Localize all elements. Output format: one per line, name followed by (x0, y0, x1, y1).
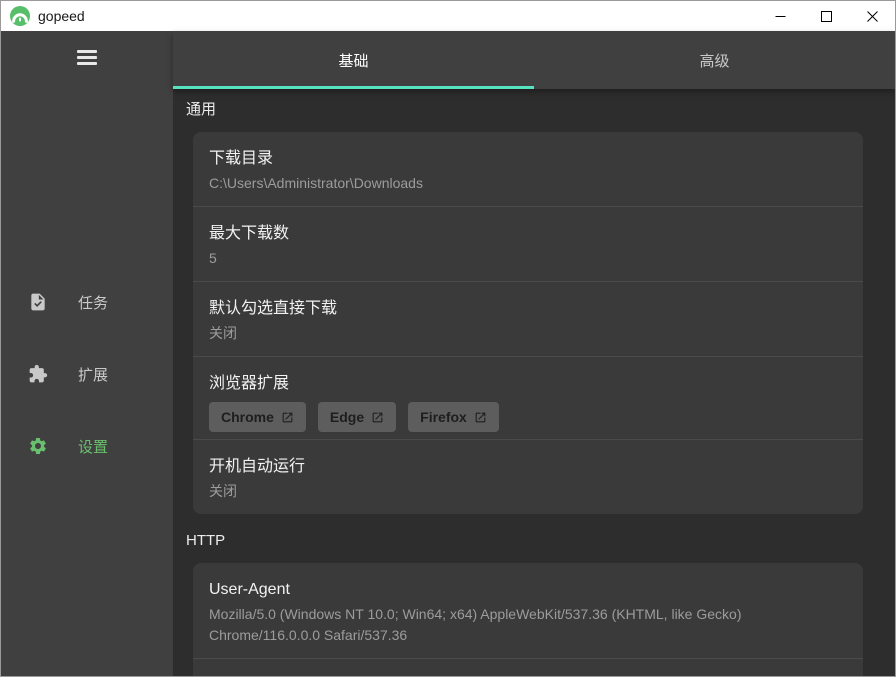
window-controls (757, 1, 895, 31)
settings-card: User-Agent Mozilla/5.0 (Windows NT 10.0; … (193, 563, 863, 676)
open-in-new-icon (281, 411, 294, 424)
setting-value: 5 (209, 248, 847, 269)
sidebar-item-label: 任务 (78, 292, 108, 313)
extension-icon (28, 364, 48, 384)
setting-title: 最大下载数 (209, 222, 847, 245)
section-header: 通用 (186, 89, 863, 132)
setting-item[interactable]: 默认勾选直接下载关闭 (193, 282, 863, 356)
firefox-extension-button[interactable]: Firefox (408, 402, 499, 432)
tab-advanced[interactable]: 高级 (534, 31, 895, 89)
titlebar: gopeed (1, 1, 895, 31)
settings-content: 通用下载目录 C:\Users\Administrator\Downloads 最大… (173, 89, 895, 676)
setting-item[interactable]: 浏览器扩展 Chrome Edge Firefox (193, 357, 863, 439)
setting-title: User-Agent (209, 578, 847, 601)
active-tab-underline (173, 86, 534, 89)
maximize-icon (821, 11, 832, 22)
browser-extension-buttons: Chrome Edge Firefox (209, 402, 847, 432)
app-title: gopeed (38, 8, 85, 24)
sidebar-item-tasks[interactable]: 任务 (1, 266, 173, 338)
setting-title: 浏览器扩展 (209, 372, 847, 395)
setting-title: 默认勾选直接下载 (209, 297, 847, 320)
setting-item[interactable]: 开机自动运行关闭 (193, 440, 863, 514)
button-label: Firefox (420, 409, 467, 425)
task-icon (28, 292, 48, 312)
setting-item[interactable]: 最大下载数 5 (193, 207, 863, 281)
minimize-icon (775, 11, 786, 22)
clipped-next-item (193, 659, 863, 676)
menu-icon[interactable] (67, 44, 107, 70)
tab-bar: 基础高级 (173, 31, 895, 89)
setting-title: 开机自动运行 (209, 455, 847, 478)
open-in-new-icon (474, 411, 487, 424)
maximize-button[interactable] (803, 1, 849, 31)
button-label: Edge (330, 409, 364, 425)
settings-card: 下载目录 C:\Users\Administrator\Downloads 最大下载… (193, 132, 863, 514)
sidebar-item-extensions[interactable]: 扩展 (1, 338, 173, 410)
sidebar: 任务扩展设置 (1, 31, 173, 676)
setting-item[interactable]: User-Agent Mozilla/5.0 (Windows NT 10.0; … (193, 563, 863, 658)
setting-value: 关闭 (209, 323, 847, 344)
setting-title: 下载目录 (209, 147, 847, 170)
minimize-button[interactable] (757, 1, 803, 31)
sidebar-item-label: 扩展 (78, 364, 108, 385)
app-body: 任务扩展设置 基础高级 通用下载目录 C:\Users\Administrator… (1, 31, 895, 676)
app-window: gopeed 任务扩展设置 基础高级 通用下载目录 C:\Users\Admini… (0, 0, 896, 677)
sidebar-nav: 任务扩展设置 (1, 266, 173, 482)
section-header: HTTP (186, 514, 863, 563)
open-in-new-icon (371, 411, 384, 424)
sidebar-item-settings[interactable]: 设置 (1, 410, 173, 482)
settings-icon (28, 436, 48, 456)
close-icon (867, 11, 878, 22)
setting-value: 关闭 (209, 481, 847, 502)
setting-item[interactable]: 下载目录 C:\Users\Administrator\Downloads (193, 132, 863, 206)
sidebar-item-label: 设置 (78, 436, 108, 457)
tab-basic[interactable]: 基础 (173, 31, 534, 89)
main-panel: 基础高级 通用下载目录 C:\Users\Administrator\Downlo… (173, 31, 895, 676)
gopeed-logo-icon (10, 6, 30, 26)
chrome-extension-button[interactable]: Chrome (209, 402, 306, 432)
setting-value: Mozilla/5.0 (Windows NT 10.0; Win64; x64… (209, 604, 847, 646)
button-label: Chrome (221, 409, 274, 425)
setting-value: C:\Users\Administrator\Downloads (209, 173, 847, 194)
edge-extension-button[interactable]: Edge (318, 402, 396, 432)
close-button[interactable] (849, 1, 895, 31)
